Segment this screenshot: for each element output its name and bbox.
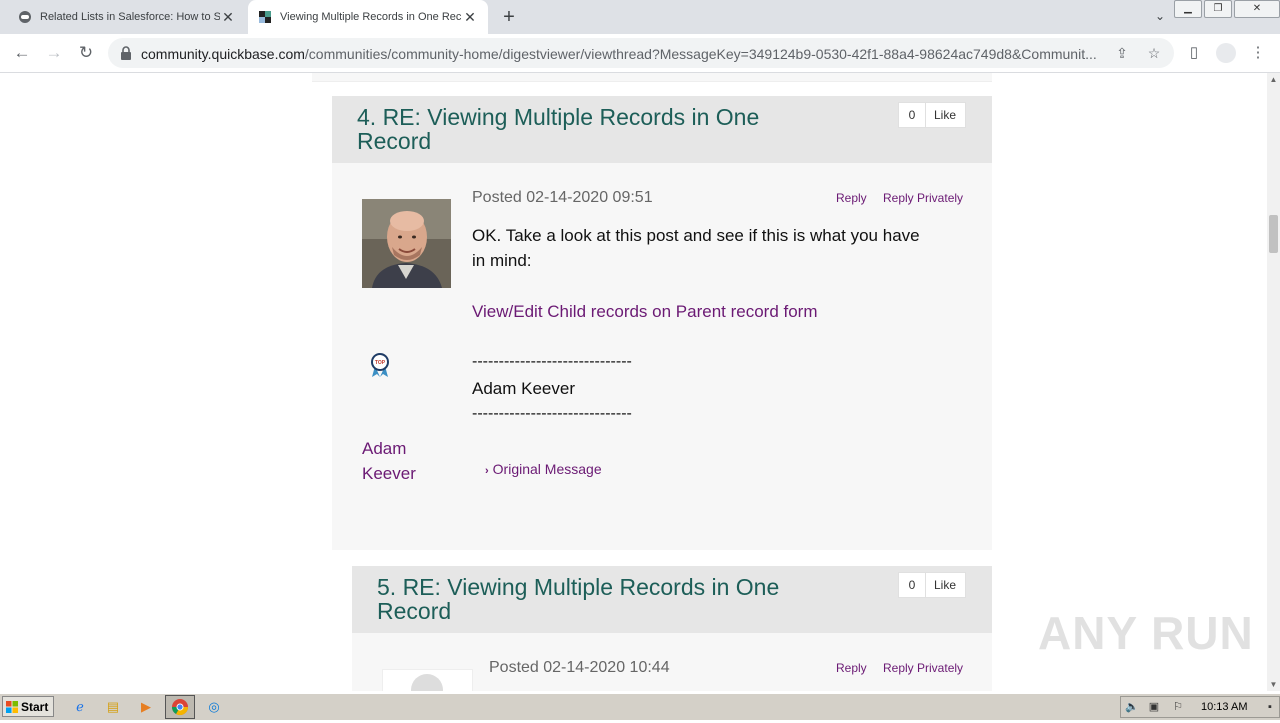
reply-privately-link[interactable]: Reply Privately: [883, 661, 963, 675]
page-content: 4. RE: Viewing Multiple Records in One R…: [0, 73, 1267, 691]
taskbar-clock: 10:13 AM: [1201, 701, 1248, 713]
back-arrow-icon[interactable]: ←: [11, 42, 33, 64]
post-body: OK. Take a look at this post and see if …: [472, 223, 962, 273]
reload-icon[interactable]: ↻: [75, 42, 97, 64]
post-title-line1: 4. RE: Viewing Multiple Records in One: [357, 104, 760, 130]
like-count: 0: [899, 103, 926, 127]
author-photo[interactable]: [362, 199, 451, 288]
post-title-line2: Record: [357, 128, 432, 154]
tab-close-icon[interactable]: ✕: [220, 9, 236, 26]
media-player-icon[interactable]: ▶: [136, 697, 156, 717]
tab-close-icon[interactable]: ✕: [462, 9, 478, 26]
chevron-right-icon: ›: [485, 465, 489, 477]
default-avatar-icon: [411, 674, 443, 691]
restore-icon[interactable]: ❐: [1204, 0, 1232, 18]
browser-tabstrip: Related Lists in Salesforce: How to S ✕ …: [0, 0, 1280, 34]
network-icon[interactable]: ▣: [1147, 700, 1161, 714]
thread-post-5: 5. RE: Viewing Multiple Records in One R…: [352, 566, 992, 691]
signature-name: Adam Keever: [472, 379, 575, 398]
kebab-menu-icon[interactable]: ⋮: [1248, 43, 1268, 63]
signature-divider-top: ------------------------------: [472, 353, 632, 370]
volume-icon[interactable]: 🔈: [1125, 700, 1139, 714]
reply-privately-link[interactable]: Reply Privately: [883, 191, 963, 205]
tab-search-chevron-icon[interactable]: ⌄: [1152, 9, 1168, 25]
original-message-label: Original Message: [492, 461, 602, 477]
author-photo[interactable]: [382, 669, 473, 691]
like-label: Like: [933, 108, 956, 122]
lock-icon: [121, 46, 131, 60]
forward-arrow-icon[interactable]: →: [43, 42, 65, 64]
browser-tab-salesforce[interactable]: Related Lists in Salesforce: How to S ✕: [8, 0, 246, 34]
chrome-icon: [171, 699, 189, 716]
file-explorer-icon[interactable]: ▤: [103, 697, 123, 717]
scroll-up-arrow-icon[interactable]: ▲: [1267, 73, 1280, 86]
reply-link[interactable]: Reply: [836, 661, 867, 675]
top-contributor-badge-icon[interactable]: TOP: [369, 352, 391, 378]
internet-explorer-icon[interactable]: ℯ: [70, 697, 90, 717]
browser-toolbar: ← → ↻ community.quickbase.com/communitie…: [0, 34, 1280, 73]
thread-post-4: 4. RE: Viewing Multiple Records in One R…: [332, 96, 992, 550]
browser-tab-quickbase[interactable]: Viewing Multiple Records in One Rec ✕: [248, 0, 488, 34]
posted-date: Posted 02-14-2020 09:51: [472, 189, 653, 206]
signature-divider-bottom: ------------------------------: [472, 405, 632, 422]
post-body-line2: in mind:: [472, 251, 532, 270]
windows-flag-icon: [6, 701, 18, 713]
post-title-line2: Record: [377, 598, 452, 624]
scrollbar-thumb[interactable]: [1269, 215, 1278, 253]
reply-link[interactable]: Reply: [836, 191, 867, 205]
post-body-line1: OK. Take a look at this post and see if …: [472, 226, 920, 245]
author-name-link[interactable]: Adam Keever: [362, 436, 452, 486]
author-last-name: Keever: [362, 464, 416, 483]
side-panel-icon[interactable]: ▯: [1184, 43, 1204, 63]
quickbase-favicon-icon: [259, 11, 271, 23]
profile-avatar-icon[interactable]: [1216, 43, 1236, 63]
share-icon[interactable]: ⇪: [1113, 44, 1131, 62]
url-path: /communities/community-home/digestviewer…: [304, 46, 1097, 62]
tab-title: Viewing Multiple Records in One Rec: [280, 11, 462, 23]
post-header: 4. RE: Viewing Multiple Records in One R…: [332, 96, 992, 163]
start-label: Start: [21, 700, 49, 714]
start-button[interactable]: Start: [2, 696, 54, 717]
posted-date: Posted 02-14-2020 10:44: [489, 659, 670, 676]
like-label: Like: [933, 578, 956, 592]
like-count: 0: [899, 573, 926, 597]
new-tab-plus-icon[interactable]: +: [498, 6, 520, 28]
author-photo-image: [362, 199, 451, 288]
minimize-icon[interactable]: ▁: [1174, 0, 1202, 18]
like-button[interactable]: 0 Like: [898, 102, 966, 128]
salesforce-favicon-icon: [19, 11, 31, 23]
original-message-toggle[interactable]: › Original Message: [485, 461, 602, 477]
chrome-taskbar-icon[interactable]: [165, 695, 195, 719]
url-domain: community.quickbase.com: [141, 46, 305, 62]
window-controls: ▁ ❐ ✕: [1172, 0, 1280, 18]
like-button[interactable]: 0 Like: [898, 572, 966, 598]
avatar: [1216, 43, 1236, 63]
scroll-down-arrow-icon[interactable]: ▼: [1267, 678, 1280, 691]
svg-text:TOP: TOP: [375, 360, 386, 366]
action-center-flag-icon[interactable]: ⚐: [1171, 700, 1185, 714]
anyrun-watermark: ANY RUN: [1038, 607, 1254, 659]
close-window-icon[interactable]: ✕: [1234, 0, 1280, 18]
author-first-name: Adam: [362, 439, 407, 458]
bookmark-star-icon[interactable]: ☆: [1145, 44, 1163, 62]
tab-title: Related Lists in Salesforce: How to S: [40, 11, 220, 23]
post-title-line1: 5. RE: Viewing Multiple Records in One: [377, 574, 780, 600]
post-title[interactable]: 5. RE: Viewing Multiple Records in One R…: [377, 575, 837, 623]
post-header: 5. RE: Viewing Multiple Records in One R…: [352, 566, 992, 633]
show-desktop-icon[interactable]: ▪: [1263, 700, 1277, 714]
url-text: community.quickbase.com/communities/comm…: [141, 46, 1106, 62]
address-bar[interactable]: community.quickbase.com/communities/comm…: [108, 38, 1174, 68]
post-title[interactable]: 4. RE: Viewing Multiple Records in One R…: [357, 105, 827, 153]
edge-icon[interactable]: ◎: [204, 697, 224, 717]
previous-post-bottom: [312, 73, 992, 82]
child-records-link[interactable]: View/Edit Child records on Parent record…: [472, 302, 818, 322]
system-tray: 🔈 ▣ ⚐ 10:13 AM ▪: [1120, 696, 1280, 718]
vertical-scrollbar[interactable]: ▲ ▼: [1267, 73, 1280, 691]
windows-taskbar: Start ℯ ▤ ▶ ◎ 🔈 ▣ ⚐ 10:13 AM ▪: [0, 693, 1280, 720]
